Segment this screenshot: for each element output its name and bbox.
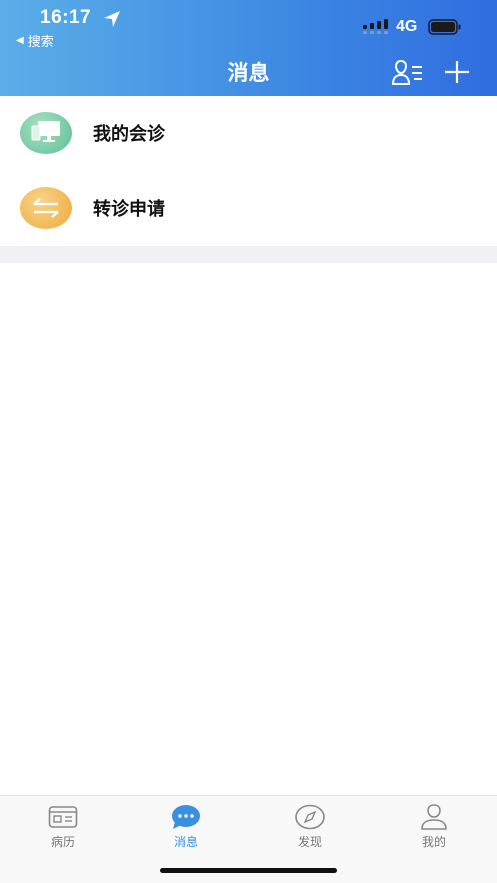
tab-label: 消息 — [173, 835, 198, 849]
location-arrow-icon — [104, 11, 120, 27]
tab-label: 发现 — [297, 835, 322, 849]
tab-messages[interactable]: 消息 — [146, 804, 226, 850]
message-list: 我的会诊 转诊申请 — [0, 96, 497, 246]
tab-label: 我的 — [421, 835, 446, 849]
list-item-label: 我的会诊 — [93, 124, 165, 145]
home-indicator — [160, 868, 337, 873]
contacts-icon[interactable] — [392, 58, 424, 86]
tab-profile[interactable]: 我的 — [394, 804, 474, 850]
tab-medical-records[interactable]: 病历 — [23, 804, 103, 850]
tab-label: 病历 — [50, 835, 75, 849]
user-profile-icon — [421, 804, 447, 830]
list-item-my-consultations[interactable]: 我的会诊 — [0, 96, 497, 171]
back-arrow-icon: ◀ — [16, 35, 24, 46]
signal-strength-icon — [363, 19, 388, 34]
list-item-referral-request[interactable]: 转诊申请 — [0, 171, 497, 246]
chat-bubble-icon — [172, 805, 200, 829]
network-type: 4G — [396, 18, 418, 35]
compass-icon — [295, 804, 325, 830]
section-divider — [0, 246, 497, 263]
back-to-search-link[interactable]: ◀ 搜索 — [16, 31, 54, 50]
tab-discover[interactable]: 发现 — [270, 804, 350, 850]
battery-icon — [428, 19, 461, 35]
monitor-icon — [20, 112, 72, 154]
add-icon[interactable] — [442, 58, 472, 86]
list-item-label: 转诊申请 — [93, 199, 165, 220]
back-label: 搜索 — [27, 35, 54, 50]
header-bar: 16:17 ◀ 搜索 4G 消息 — [0, 0, 497, 96]
transfer-arrows-icon — [20, 187, 72, 229]
medical-record-icon — [48, 806, 78, 828]
status-time: 16:17 — [40, 7, 92, 28]
